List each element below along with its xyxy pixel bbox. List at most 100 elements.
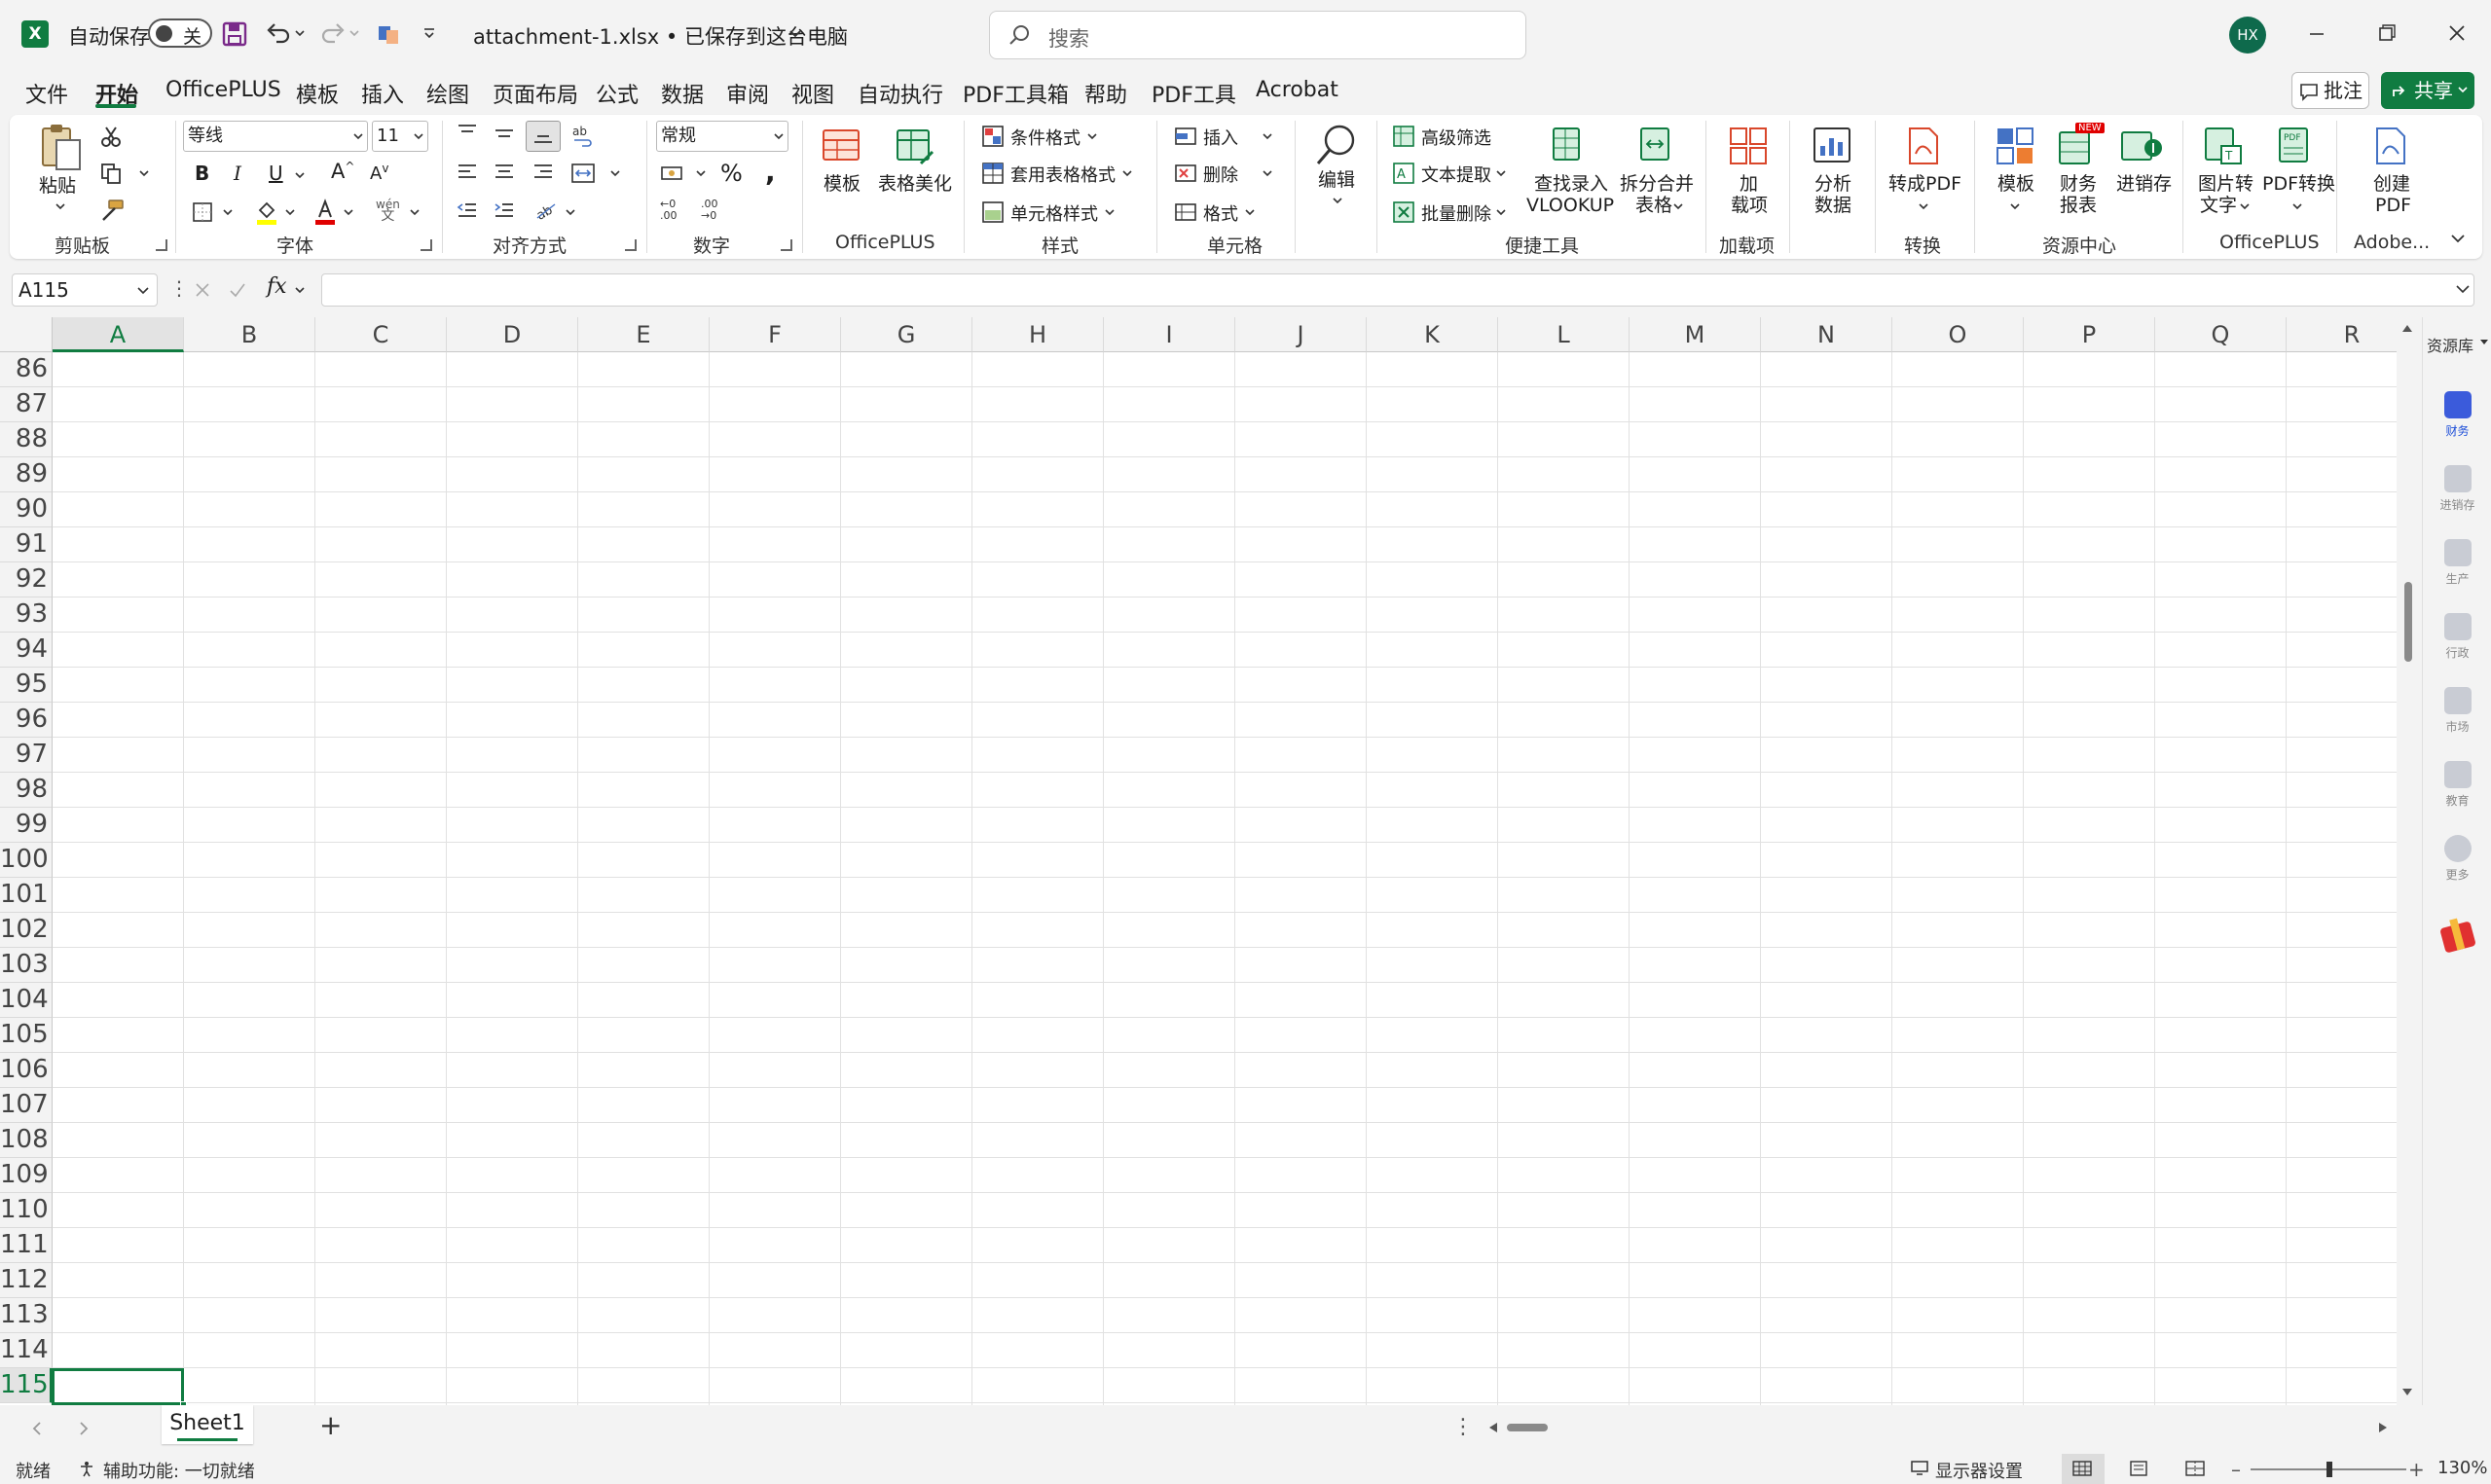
orientation-icon[interactable]: ab xyxy=(533,199,559,222)
undo-dropdown-icon[interactable] xyxy=(294,29,306,37)
finance-report-label-1[interactable]: 财务 xyxy=(2060,173,2097,195)
horizontal-scrollbar[interactable] xyxy=(1487,1420,2393,1435)
cell-styles-label[interactable]: 单元格样式 xyxy=(1010,200,1098,226)
format-cells-dropdown-icon[interactable] xyxy=(1244,208,1256,216)
display-settings[interactable]: 显示器设置 xyxy=(1935,1458,2023,1483)
menu-insert[interactable]: 插入 xyxy=(361,78,404,109)
vertical-scroll-thumb[interactable] xyxy=(2404,582,2412,662)
row-header[interactable]: 103 xyxy=(0,948,53,983)
font-size-dropdown-icon[interactable] xyxy=(413,132,424,140)
align-middle-icon[interactable] xyxy=(493,125,516,144)
conditional-format-icon[interactable] xyxy=(981,125,1005,148)
vertical-scrollbar[interactable] xyxy=(2397,317,2418,1405)
menu-officeplus[interactable]: OfficePLUS xyxy=(165,78,281,102)
ribbon-collapse-icon[interactable] xyxy=(2449,232,2467,245)
clipboard-launcher-icon[interactable] xyxy=(156,239,167,251)
convert-pdf-icon[interactable] xyxy=(1902,125,1945,167)
row-header[interactable]: 114 xyxy=(0,1333,53,1368)
phonetic-icon[interactable]: wén 文 xyxy=(376,199,400,223)
column-header[interactable]: I xyxy=(1104,317,1235,352)
insert-function-dropdown-icon[interactable] xyxy=(294,286,306,294)
inventory-label[interactable]: 进销存 xyxy=(2116,173,2172,195)
convert-pdf-dropdown-icon[interactable] xyxy=(1918,202,1929,210)
comma-icon[interactable]: , xyxy=(765,156,776,188)
scroll-left-icon[interactable] xyxy=(1487,1422,1499,1433)
display-settings-icon[interactable] xyxy=(1910,1460,1929,1477)
wrap-text-icon[interactable]: ab xyxy=(570,123,594,148)
row-header[interactable]: 88 xyxy=(0,422,53,457)
column-header[interactable]: R xyxy=(2287,317,2397,352)
advanced-filter-label[interactable]: 高级筛选 xyxy=(1421,125,1491,150)
batch-delete-label[interactable]: 批量删除 xyxy=(1421,200,1491,226)
add-sheet-button[interactable]: + xyxy=(319,1409,342,1441)
row-header[interactable]: 99 xyxy=(0,808,53,843)
column-header[interactable]: G xyxy=(841,317,972,352)
menu-review[interactable]: 审阅 xyxy=(726,78,769,109)
column-header[interactable]: H xyxy=(972,317,1104,352)
align-center-icon[interactable] xyxy=(493,162,516,183)
edit-dropdown-icon[interactable] xyxy=(1332,197,1343,204)
align-top-icon[interactable] xyxy=(456,123,479,142)
table-beautify-icon[interactable] xyxy=(894,125,936,167)
paste-label[interactable]: 粘贴 xyxy=(39,175,76,197)
image-to-text-label-1[interactable]: 图片转 xyxy=(2198,173,2253,195)
row-header[interactable]: 92 xyxy=(0,562,53,597)
row-header[interactable]: 115 xyxy=(0,1368,53,1403)
text-extract-dropdown-icon[interactable] xyxy=(1495,169,1507,177)
expand-formula-bar-icon[interactable] xyxy=(2455,284,2471,294)
menu-file[interactable]: 文件 xyxy=(25,78,68,109)
scroll-up-icon[interactable] xyxy=(2401,323,2413,333)
copy-icon[interactable] xyxy=(99,162,123,185)
row-header[interactable]: 111 xyxy=(0,1228,53,1263)
row-header[interactable]: 94 xyxy=(0,633,53,668)
paste-dropdown-icon[interactable] xyxy=(55,202,66,210)
row-header[interactable]: 107 xyxy=(0,1088,53,1123)
convert-pdf-label[interactable]: 转成PDF xyxy=(1888,173,1961,195)
split-merge-icon[interactable] xyxy=(1637,125,1676,167)
image-to-text-dropdown-icon[interactable] xyxy=(2239,202,2251,210)
format-cells-icon[interactable] xyxy=(1174,200,1197,224)
text-extract-label[interactable]: 文本提取 xyxy=(1421,162,1491,187)
zoom-level[interactable]: 130% xyxy=(2437,1458,2487,1478)
column-header[interactable]: O xyxy=(1892,317,2024,352)
select-all-corner[interactable] xyxy=(0,317,53,352)
decrease-font-icon[interactable]: Av xyxy=(370,162,388,184)
delete-cells-dropdown-icon[interactable] xyxy=(1262,169,1273,177)
addins-icon[interactable] xyxy=(1727,125,1770,167)
currency-icon[interactable] xyxy=(660,162,685,185)
batch-delete-dropdown-icon[interactable] xyxy=(1495,208,1507,216)
menu-page-layout[interactable]: 页面布局 xyxy=(493,78,578,109)
title-dropdown-icon[interactable] xyxy=(788,29,802,39)
zoom-out-button[interactable]: – xyxy=(2231,1458,2241,1481)
scroll-down-icon[interactable] xyxy=(2401,1388,2413,1397)
cut-icon[interactable] xyxy=(99,125,123,148)
column-header[interactable]: N xyxy=(1761,317,1892,352)
column-header[interactable]: C xyxy=(315,317,447,352)
font-color-dropdown-icon[interactable] xyxy=(343,208,354,216)
autosave-toggle[interactable]: 关 xyxy=(148,18,212,48)
formula-input[interactable] xyxy=(321,273,2474,307)
phonetic-dropdown-icon[interactable] xyxy=(409,208,421,216)
zoom-in-button[interactable]: + xyxy=(2408,1458,2425,1481)
edit-search-icon[interactable] xyxy=(1314,121,1359,171)
worksheet-grid[interactable]: ABCDEFGHIJKLMNOPQR 86 87 88 89 90 91 92 93 94 95 9… xyxy=(0,317,2397,1405)
bold-icon[interactable]: B xyxy=(195,162,209,185)
row-header[interactable]: 89 xyxy=(0,457,53,492)
menu-pdf-tools[interactable]: PDF工具 xyxy=(1152,78,1236,109)
delete-cells-label[interactable]: 删除 xyxy=(1203,162,1238,187)
decrease-decimal-icon[interactable]: .00 →0 xyxy=(701,199,718,222)
copy-dropdown-icon[interactable] xyxy=(138,169,150,177)
row-header[interactable]: 108 xyxy=(0,1123,53,1158)
percent-icon[interactable]: % xyxy=(720,160,743,187)
active-cell[interactable] xyxy=(52,1368,184,1405)
side-item-admin[interactable]: 行政 xyxy=(2423,613,2491,661)
minimize-icon[interactable] xyxy=(2307,27,2326,41)
row-header[interactable]: 86 xyxy=(0,352,53,387)
row-header[interactable]: 102 xyxy=(0,913,53,948)
decrease-indent-icon[interactable] xyxy=(456,200,479,222)
row-header[interactable]: 110 xyxy=(0,1193,53,1228)
resource-template-icon[interactable] xyxy=(1994,125,2036,167)
resource-template-label[interactable]: 模板 xyxy=(1997,173,2034,195)
resource-template-dropdown-icon[interactable] xyxy=(2009,202,2021,210)
merge-dropdown-icon[interactable] xyxy=(609,169,621,177)
